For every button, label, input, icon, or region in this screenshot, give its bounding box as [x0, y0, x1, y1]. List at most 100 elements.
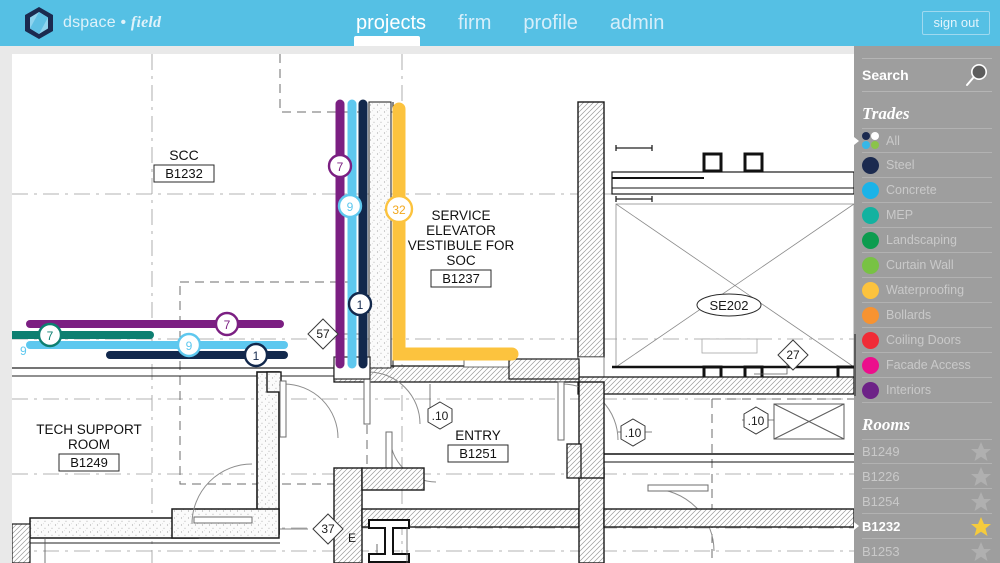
rooms-list: B1249 B1226 B1254 B1232 B1253	[854, 439, 992, 563]
markup-badge-9-concrete-horz[interactable]: 9	[176, 332, 202, 358]
favorite-star-icon[interactable]	[970, 541, 992, 562]
svg-text:B1251: B1251	[459, 446, 497, 461]
trade-label-mep: MEP	[886, 208, 914, 222]
trade-item-coiling-doors[interactable]: Coiling Doors	[862, 328, 992, 353]
trade-color-dot	[862, 206, 879, 224]
svg-text:.10: .10	[625, 426, 642, 440]
room-label: B1254	[862, 493, 900, 509]
room-label: B1232	[862, 518, 901, 534]
brand-separator: •	[120, 14, 127, 31]
svg-text:37: 37	[321, 522, 335, 536]
favorite-star-icon[interactable]	[970, 441, 992, 462]
selected-caret-icon	[854, 136, 859, 145]
svg-text:9: 9	[186, 339, 193, 353]
floor-plan-drawing[interactable]: SE202 32 7 9 1 7 7 9 1 9 57 27 37 E .10 …	[12, 54, 854, 563]
room-item-b1253[interactable]: B1253	[862, 539, 992, 563]
magnifier-icon[interactable]	[964, 63, 990, 89]
trades-section-title: Trades	[862, 104, 910, 123]
trade-label-coiling-doors: Coiling Doors	[886, 333, 962, 347]
room-label: B1253	[862, 543, 900, 559]
search-row[interactable]: Search	[862, 58, 992, 92]
sidebar-collapse-handle[interactable]: »	[854, 334, 856, 396]
trade-item-all[interactable]: All	[854, 128, 992, 153]
nav-item-admin[interactable]: admin	[594, 0, 680, 40]
markup-badge-7-interiors-horz[interactable]: 7	[214, 311, 240, 337]
svg-text:7: 7	[47, 329, 54, 343]
markup-badge-1-steel-horz[interactable]: 1	[243, 342, 269, 368]
svg-text:ROOM: ROOM	[68, 437, 110, 452]
room-label: B1226	[862, 468, 900, 484]
app-root: dspace • field projects firm profile adm…	[0, 0, 1000, 563]
trade-label-bollards: Bollards	[886, 308, 932, 322]
nav-item-firm[interactable]: firm	[442, 0, 507, 40]
svg-text:.10: .10	[748, 414, 765, 428]
svg-text:9: 9	[347, 200, 354, 214]
markup-badge-7-mep[interactable]: 7	[37, 322, 63, 348]
svg-text:57: 57	[316, 327, 330, 341]
trade-item-waterproofing[interactable]: Waterproofing	[862, 278, 992, 303]
favorite-star-icon[interactable]	[970, 466, 992, 487]
top-navigation-bar: dspace • field projects firm profile adm…	[0, 0, 1000, 46]
svg-text:7: 7	[224, 318, 231, 332]
nav-label-projects: projects	[356, 12, 427, 34]
rooms-section-title: Rooms	[862, 415, 911, 434]
sign-out-button[interactable]: sign out	[922, 11, 990, 35]
trade-color-dot	[862, 256, 879, 274]
favorite-star-icon[interactable]	[970, 491, 992, 512]
trade-item-steel[interactable]: Steel	[862, 153, 992, 178]
svg-text:B1237: B1237	[442, 271, 480, 286]
trade-label-facade-access: Facade Access	[886, 358, 971, 372]
nav-label-firm: firm	[458, 12, 492, 34]
trade-label-all: All	[886, 133, 900, 148]
active-tab-indicator	[354, 36, 420, 46]
plan-canvas-area[interactable]: SE202 32 7 9 1 7 7 9 1 9 57 27 37 E .10 …	[0, 46, 854, 563]
search-input[interactable]: Search	[862, 67, 909, 83]
trade-label-concrete: Concrete	[886, 183, 937, 197]
trade-item-facade-access[interactable]: Facade Access	[862, 353, 992, 378]
room-item-b1232[interactable]: B1232	[854, 514, 992, 539]
markup-badge-9-edge: 9	[20, 344, 27, 358]
trade-label-steel: Steel	[886, 158, 915, 172]
svg-text:1: 1	[253, 349, 260, 363]
trade-color-dot	[862, 381, 879, 399]
trade-item-landscaping[interactable]: Landscaping	[862, 228, 992, 253]
markup-badge-1-steel-vert[interactable]: 1	[347, 291, 373, 317]
trade-item-curtain-wall[interactable]: Curtain Wall	[862, 253, 992, 278]
svg-text:VESTIBULE FOR: VESTIBULE FOR	[408, 238, 515, 253]
trade-label-interiors: Interiors	[886, 383, 932, 397]
svg-text:SCC: SCC	[169, 147, 199, 163]
svg-text:TECH SUPPORT: TECH SUPPORT	[36, 422, 142, 437]
trade-item-interiors[interactable]: Interiors	[862, 378, 992, 403]
svg-text:B1232: B1232	[165, 166, 203, 181]
trade-color-dot	[862, 306, 879, 324]
svg-text:32: 32	[392, 203, 406, 217]
nav-item-projects[interactable]: projects	[340, 0, 442, 46]
nav-label-profile: profile	[523, 12, 578, 34]
room-item-b1249[interactable]: B1249	[862, 439, 992, 464]
brand-logo[interactable]: dspace • field	[24, 5, 161, 41]
markup-badge-7-interiors-vert[interactable]: 7	[327, 153, 353, 179]
trade-label-curtain-wall: Curtain Wall	[886, 258, 954, 272]
trade-item-concrete[interactable]: Concrete	[862, 178, 992, 203]
markup-badge-32[interactable]: 32	[384, 194, 414, 224]
trades-list: All Steel Concrete MEP Landscaping Curta…	[854, 128, 992, 403]
svg-text:.10: .10	[432, 409, 449, 423]
all-trades-cluster-icon	[862, 132, 879, 149]
trade-color-dot	[862, 331, 879, 349]
svg-text:27: 27	[786, 348, 800, 362]
trade-item-bollards[interactable]: Bollards	[862, 303, 992, 328]
nav-label-admin: admin	[609, 12, 665, 34]
favorite-star-icon-active[interactable]	[970, 516, 992, 537]
room-item-b1254[interactable]: B1254	[862, 489, 992, 514]
svg-text:SOC: SOC	[446, 253, 476, 268]
brand-text: dspace • field	[63, 6, 161, 40]
trade-color-dot	[862, 181, 879, 199]
brand-primary: dspace	[63, 14, 116, 31]
floor-plan-svg: SE202 32 7 9 1 7 7 9 1 9 57 27 37 E .10 …	[12, 54, 854, 563]
room-item-b1226[interactable]: B1226	[862, 464, 992, 489]
nav-item-profile[interactable]: profile	[507, 0, 593, 40]
markup-badge-9-concrete-vert[interactable]: 9	[337, 193, 363, 219]
trade-item-mep[interactable]: MEP	[862, 203, 992, 228]
equipment-tag-se202: SE202	[709, 298, 748, 313]
svg-text:B1249: B1249	[70, 455, 108, 470]
